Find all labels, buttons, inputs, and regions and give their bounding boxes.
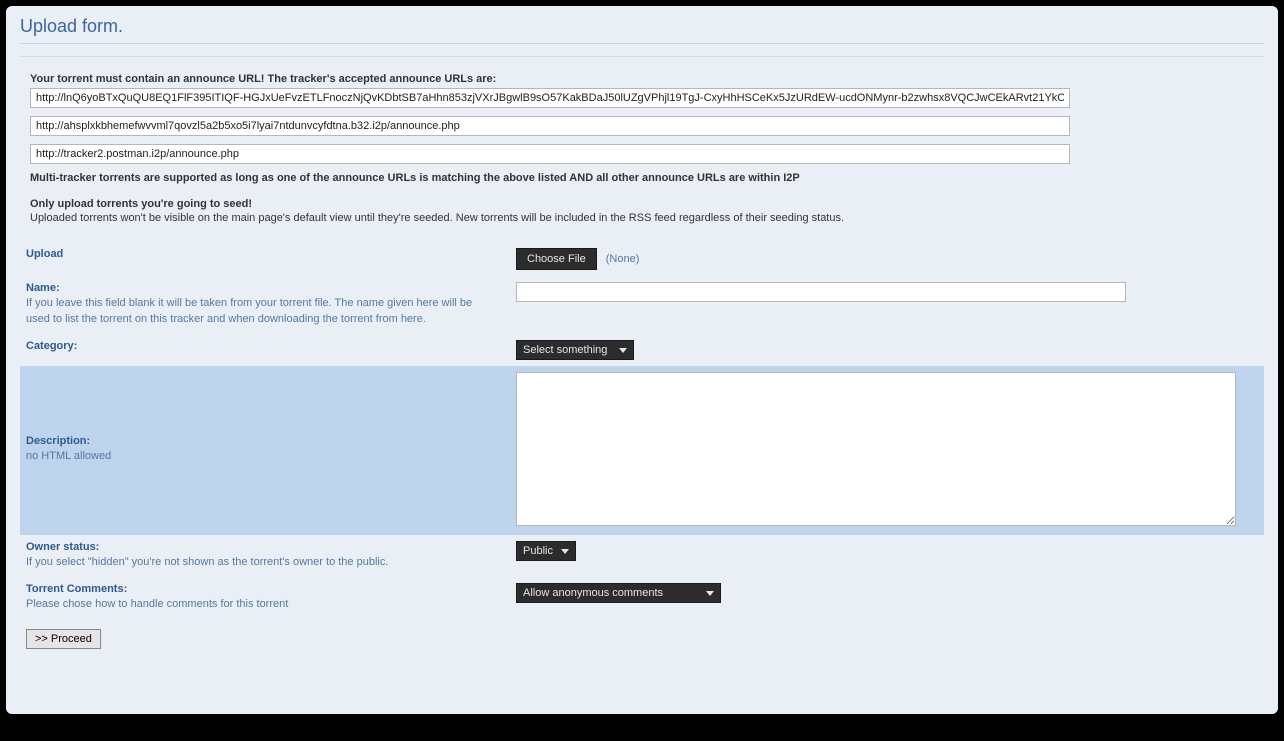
comments-hint: Please chose how to handle comments for … xyxy=(26,597,486,613)
intro-block: Your torrent must contain an announce UR… xyxy=(20,73,1264,224)
description-textarea[interactable] xyxy=(516,372,1236,526)
name-hint: If you leave this field blank it will be… xyxy=(26,296,486,328)
announce-url-3[interactable] xyxy=(30,144,1070,164)
category-label: Category: xyxy=(20,334,510,366)
divider xyxy=(20,56,1264,57)
owner-label: Owner status: xyxy=(26,541,504,553)
announce-url-1[interactable] xyxy=(30,88,1070,108)
file-none-text: (None) xyxy=(606,253,640,265)
page-title: Upload form. xyxy=(20,16,1264,44)
comments-select[interactable]: Allow anonymous comments xyxy=(516,583,721,603)
choose-file-button[interactable]: Choose File xyxy=(516,248,597,270)
seed-note: Uploaded torrents won't be visible on th… xyxy=(30,212,1254,224)
comments-label: Torrent Comments: xyxy=(26,583,504,595)
proceed-button[interactable]: >> Proceed xyxy=(26,629,101,649)
description-label: Description: xyxy=(26,435,504,447)
category-select[interactable]: Select something xyxy=(516,340,634,360)
seed-heading: Only upload torrents you're going to see… xyxy=(30,198,1254,210)
upload-panel: Upload form. Your torrent must contain a… xyxy=(6,6,1278,714)
name-label: Name: xyxy=(26,282,504,294)
form-table: Upload Choose File (None) Name: If you l… xyxy=(20,242,1264,655)
name-input[interactable] xyxy=(516,282,1126,302)
owner-hint: If you select "hidden" you're not shown … xyxy=(26,555,486,571)
upload-label: Upload xyxy=(20,242,510,276)
announce-url-2[interactable] xyxy=(30,116,1070,136)
announce-heading: Your torrent must contain an announce UR… xyxy=(30,73,1254,85)
multitracker-note: Multi-tracker torrents are supported as … xyxy=(30,172,1254,184)
owner-select[interactable]: Public xyxy=(516,541,576,561)
description-hint: no HTML allowed xyxy=(26,449,486,465)
